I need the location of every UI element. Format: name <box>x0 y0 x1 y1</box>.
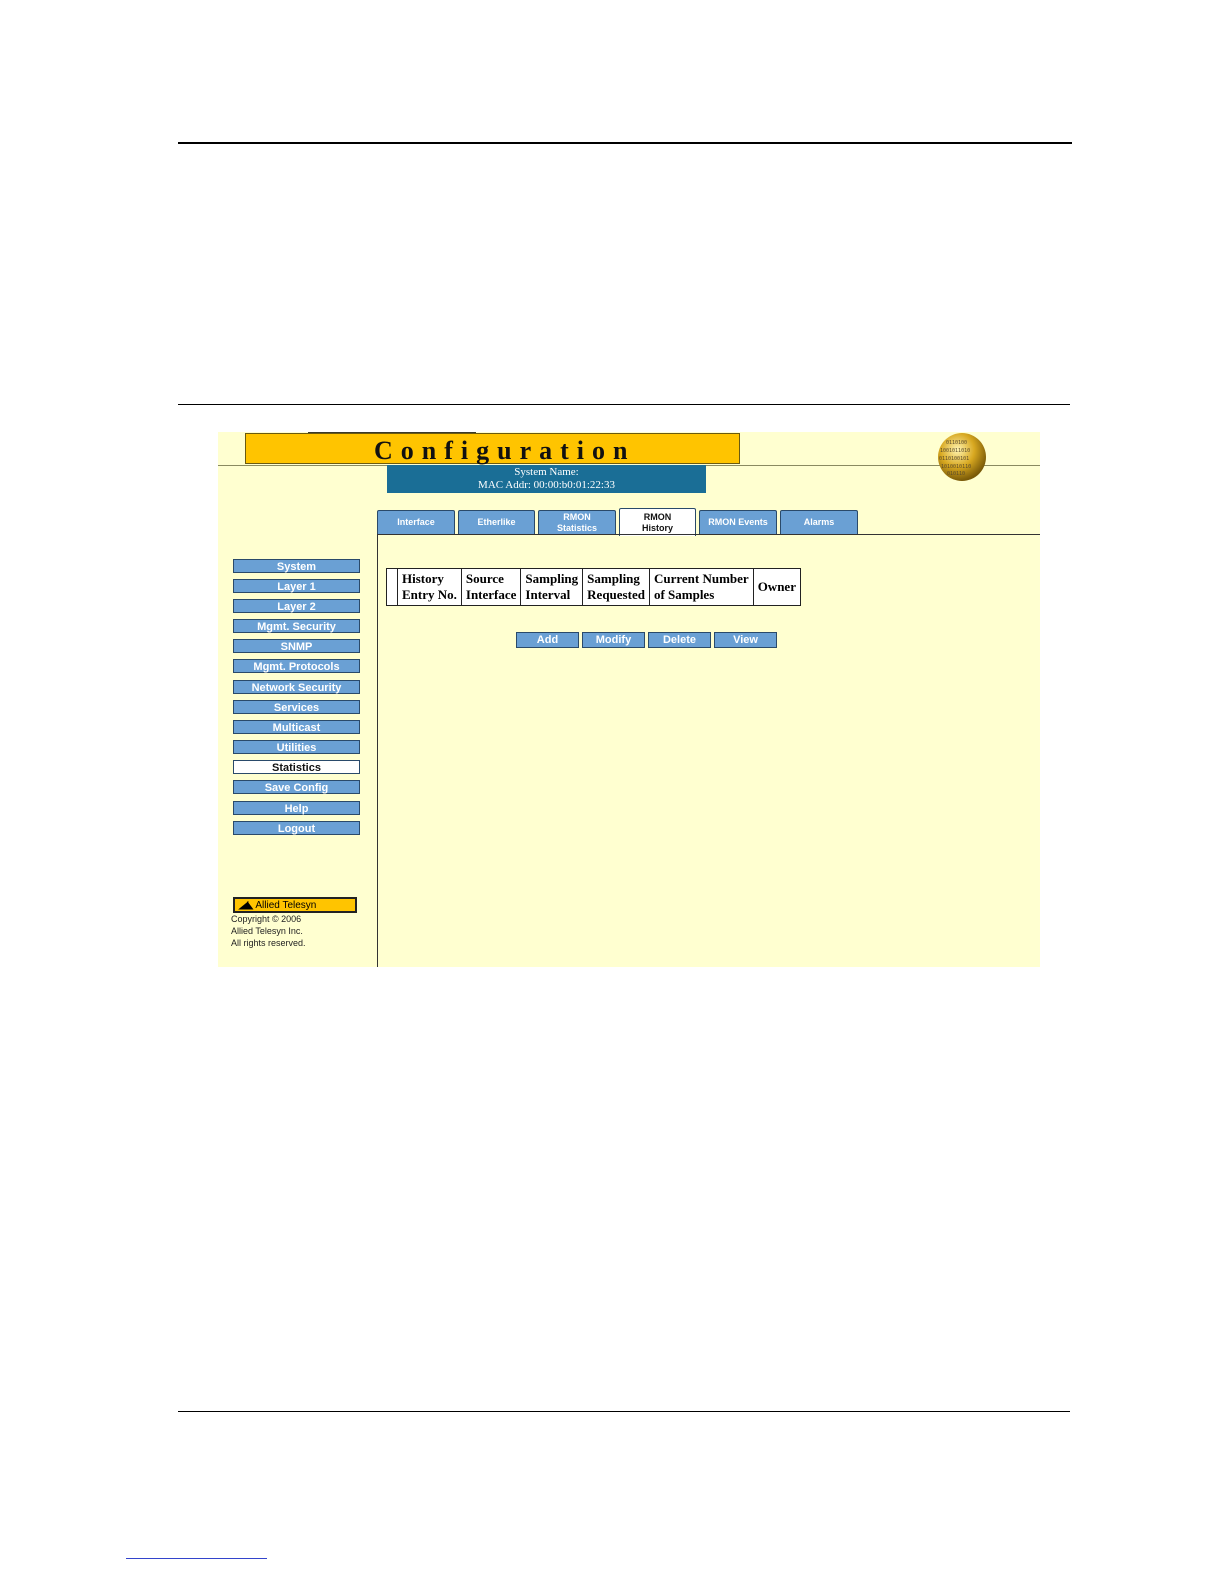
tab-alarms[interactable]: Alarms <box>780 510 858 534</box>
system-info-panel: System Name: MAC Addr: 00:00:b0:01:22:33 <box>387 465 706 493</box>
table-header-row: History Entry No. Source Interface Samplin… <box>386 568 801 606</box>
screenshot-frame: Configuration System Name: MAC Addr: 00:… <box>218 432 1040 967</box>
content-divider <box>377 534 378 967</box>
column-header-sampling-interval: Sampling Interval <box>520 568 584 606</box>
sidebar-item-help[interactable]: Help <box>233 801 360 815</box>
sidebar-item-mgmt-security[interactable]: Mgmt. Security <box>233 619 360 633</box>
tab-interface[interactable]: Interface <box>377 510 455 534</box>
svg-text:0110100101: 0110100101 <box>939 456 969 462</box>
sidebar-item-multicast[interactable]: Multicast <box>233 720 360 734</box>
sidebar-item-snmp[interactable]: SNMP <box>233 639 360 653</box>
sidebar-item-services[interactable]: Services <box>233 700 360 714</box>
add-button[interactable]: Add <box>516 632 579 648</box>
sidebar-item-statistics[interactable]: Statistics <box>233 760 360 774</box>
svg-text:0110100: 0110100 <box>946 440 967 446</box>
sidebar-item-logout[interactable]: Logout <box>233 821 360 835</box>
column-header-owner: Owner <box>752 568 801 606</box>
tab-rmon-history[interactable]: RMON History <box>619 508 696 536</box>
select-column-header <box>386 568 398 606</box>
sidebar-item-save-config[interactable]: Save Config <box>233 780 360 794</box>
page-rule-middle <box>178 404 1070 405</box>
tab-rmon-events[interactable]: RMON Events <box>699 510 777 534</box>
rmon-history-table: History Entry No. Source Interface Samplin… <box>386 568 801 606</box>
tab-etherlike[interactable]: Etherlike <box>458 510 535 534</box>
view-button[interactable]: View <box>714 632 777 648</box>
column-header-history-entry: History Entry No. <box>397 568 462 606</box>
sidebar-item-system[interactable]: System <box>233 559 360 573</box>
copyright-line: Allied Telesyn Inc. <box>231 926 303 936</box>
mac-address-label: MAC Addr: 00:00:b0:01:22:33 <box>478 479 615 491</box>
page-title: Configuration <box>374 436 636 465</box>
sidebar-item-layer-2[interactable]: Layer 2 <box>233 599 360 613</box>
sidebar-item-layer-1[interactable]: Layer 1 <box>233 579 360 593</box>
copyright-line: Copyright © 2006 <box>231 914 302 924</box>
copyright-line: All rights reserved. <box>231 938 306 948</box>
modify-button[interactable]: Modify <box>582 632 645 648</box>
copyright-notice: Copyright © 2006 Allied Telesyn Inc. All… <box>231 913 306 949</box>
sidebar-item-mgmt-protocols[interactable]: Mgmt. Protocols <box>233 659 360 673</box>
allied-telesyn-logo: ◢◣ Allied Telesyn <box>233 897 357 913</box>
logo-text: Allied Telesyn <box>255 899 317 911</box>
column-header-current-samples: Current Number of Samples <box>648 568 754 606</box>
sidebar-item-utilities[interactable]: Utilities <box>233 740 360 754</box>
logo-mark-icon: ◢◣ <box>239 899 253 911</box>
page-rule-top <box>178 142 1072 144</box>
page-rule-bottom <box>178 1411 1070 1412</box>
column-header-sampling-requested: Sampling Requested <box>582 568 650 606</box>
footnote-rule <box>126 1558 267 1559</box>
column-header-source-interface: Source Interface <box>460 568 522 606</box>
sidebar-item-network-security[interactable]: Network Security <box>233 680 360 694</box>
svg-text:010110: 010110 <box>947 471 965 477</box>
globe-icon: 0110100 1001011010 0110100101 1010010110… <box>938 433 986 481</box>
delete-button[interactable]: Delete <box>648 632 711 648</box>
tab-rmon-statistics[interactable]: RMON Statistics <box>538 510 616 534</box>
tab-strip-divider <box>377 534 1040 535</box>
svg-text:1001011010: 1001011010 <box>940 448 970 454</box>
title-bar: Configuration <box>245 433 740 465</box>
svg-text:1010010110: 1010010110 <box>941 464 971 470</box>
system-name-label: System Name: <box>514 466 579 478</box>
